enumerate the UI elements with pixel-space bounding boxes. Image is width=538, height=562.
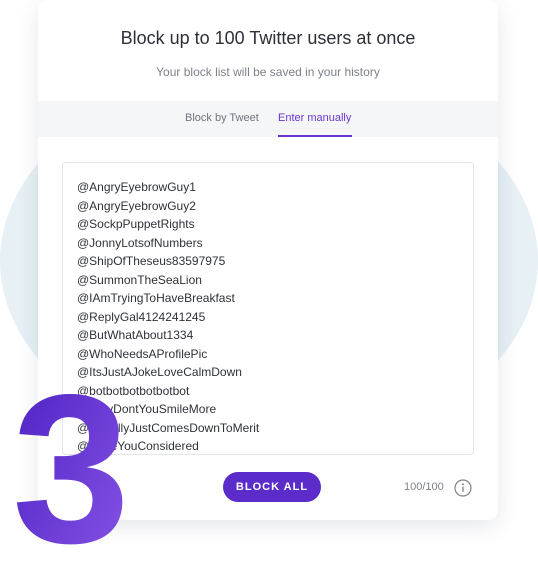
- info-circle-icon[interactable]: [454, 479, 472, 497]
- username-line: @IAmTryingToHaveBreakfast: [77, 291, 235, 305]
- tab-bar: Block by Tweet Enter manually: [38, 101, 498, 137]
- username-line: @AngryEyebrowGuy1: [77, 180, 196, 194]
- active-tab-indicator: [278, 135, 352, 137]
- card-title: Block up to 100 Twitter users at once: [120, 28, 416, 48]
- username-line: @AngryEyebrowGuy2: [77, 198, 196, 213]
- username-line: @JonnyLotsofNumbers: [77, 235, 203, 250]
- stage: Block up to 100 Twitter users at once Yo…: [0, 0, 538, 562]
- user-counter: 100/100: [404, 481, 444, 493]
- tab-block-by-tweet[interactable]: Block by Tweet: [185, 112, 259, 124]
- step-number-graphic: 3: [12, 360, 130, 560]
- username-line: @SummonTheSeaLion: [77, 272, 202, 287]
- username-line: @SockpPuppetRights: [77, 217, 195, 231]
- tab-enter-manually[interactable]: Enter manually: [278, 112, 351, 124]
- username-line: @ShipOfTheseus83597975: [77, 254, 226, 268]
- username-line: @ButWhatAbout1334: [77, 328, 194, 342]
- block-all-button[interactable]: BLOCK ALL: [223, 472, 321, 502]
- username-line: @ReplyGal4124241245: [77, 309, 206, 324]
- card-subtitle: Your block list will be saved in your hi…: [156, 65, 380, 79]
- step-number: 3: [12, 360, 130, 560]
